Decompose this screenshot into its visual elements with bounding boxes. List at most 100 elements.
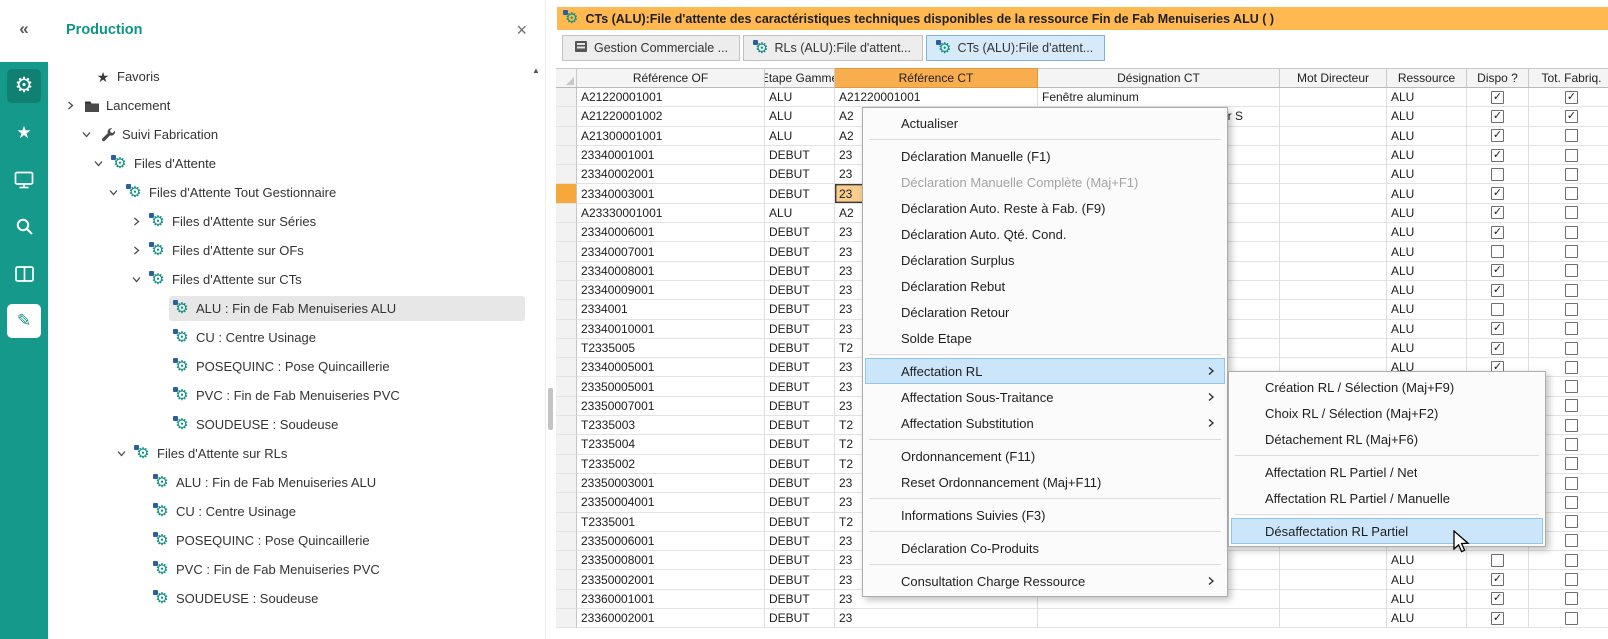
chevron-down-icon[interactable] <box>113 445 130 462</box>
row-selector[interactable] <box>556 416 577 435</box>
scroll-up-icon[interactable]: ▲ <box>532 66 540 75</box>
tree-item[interactable]: ⚙Files d'Attente <box>48 149 529 178</box>
search-icon[interactable] <box>0 203 48 250</box>
checkbox[interactable] <box>1565 187 1578 200</box>
checkbox[interactable]: ✓ <box>1491 226 1504 239</box>
monitor-icon[interactable] <box>0 156 48 203</box>
row-selector[interactable] <box>556 397 577 416</box>
checkbox[interactable]: ✓ <box>1491 264 1504 277</box>
menu-item[interactable]: Actualiser <box>865 110 1225 136</box>
chevron-right-icon[interactable] <box>128 213 145 230</box>
tab-document[interactable]: Gestion Commerciale ... <box>562 35 740 61</box>
menu-item[interactable]: Déclaration Retour <box>865 299 1225 325</box>
tree-item[interactable]: Suivi Fabrication <box>48 120 529 149</box>
column-header[interactable]: Désignation CT <box>1038 68 1280 88</box>
checkbox[interactable] <box>1565 168 1578 181</box>
checkbox[interactable]: ✓ <box>1491 592 1504 605</box>
chevron-down-icon[interactable] <box>105 184 122 201</box>
tree-item[interactable]: ⚙POSEQUINC : Pose Quincaillerie <box>48 352 529 381</box>
menu-item[interactable]: Création RL / Sélection (Maj+F9) <box>1231 374 1543 400</box>
row-selector[interactable] <box>556 146 577 165</box>
checkbox[interactable]: ✓ <box>1491 206 1504 219</box>
row-selector[interactable] <box>556 281 577 300</box>
checkbox[interactable] <box>1565 496 1578 509</box>
row-selector[interactable] <box>556 474 577 493</box>
menu-item[interactable]: Déclaration Auto. Qté. Cond. <box>865 221 1225 247</box>
column-header[interactable]: Référence CT <box>835 68 1038 88</box>
menu-item[interactable]: Affectation RL Partiel / Manuelle <box>1231 485 1543 511</box>
tree-item[interactable]: ⚙POSEQUINC : Pose Quincaillerie <box>48 526 529 555</box>
row-selector[interactable] <box>556 590 577 609</box>
row-selector[interactable] <box>556 127 577 146</box>
table-row[interactable]: A21220001001ALUA21220001001Fenêtre alumi… <box>556 88 1608 107</box>
tree-item[interactable]: ⚙PVC : Fin de Fab Menuiseries PVC <box>48 555 529 584</box>
menu-item[interactable]: Déclaration Auto. Reste à Fab. (F9) <box>865 195 1225 221</box>
row-selector[interactable] <box>556 532 577 551</box>
column-header[interactable]: Mot Directeur <box>1280 68 1387 88</box>
tree-item[interactable]: ⚙PVC : Fin de Fab Menuiseries PVC <box>48 381 529 410</box>
row-selector[interactable] <box>556 165 577 184</box>
chevron-right-icon[interactable] <box>62 97 79 114</box>
chevron-down-icon[interactable] <box>90 155 107 172</box>
menu-item[interactable]: Solde Etape <box>865 325 1225 351</box>
chevron-down-icon[interactable] <box>128 271 145 288</box>
sidebar-scrollbar[interactable]: ▲ <box>530 66 542 75</box>
tree-item[interactable]: Lancement <box>48 91 529 120</box>
chevron-right-icon[interactable] <box>128 242 145 259</box>
row-selector[interactable] <box>556 223 577 242</box>
tree-item[interactable]: ★Favoris <box>48 62 529 91</box>
row-selector[interactable] <box>556 455 577 474</box>
checkbox[interactable] <box>1565 149 1578 162</box>
checkbox[interactable] <box>1565 284 1578 297</box>
column-header[interactable]: Etape Gamme <box>765 68 835 88</box>
checkbox[interactable] <box>1565 515 1578 528</box>
tree-item[interactable]: ⚙Files d'Attente sur RLs <box>48 439 529 468</box>
menu-item[interactable]: Déclaration Surplus <box>865 247 1225 273</box>
menu-item[interactable]: Affectation Sous-Traitance <box>865 384 1225 410</box>
row-selector[interactable] <box>556 242 577 261</box>
checkbox[interactable]: ✓ <box>1491 322 1504 335</box>
checkbox[interactable] <box>1565 477 1578 490</box>
checkbox[interactable]: ✓ <box>1491 91 1504 104</box>
menu-item[interactable]: Désaffectation RL Partiel <box>1231 518 1543 544</box>
favorites-star-icon[interactable]: ★ <box>0 109 48 156</box>
menu-item[interactable]: Déclaration Rebut <box>865 273 1225 299</box>
checkbox[interactable] <box>1565 573 1578 586</box>
row-selector[interactable] <box>556 551 577 570</box>
row-selector[interactable] <box>556 570 577 589</box>
checkbox[interactable]: ✓ <box>1491 149 1504 162</box>
menu-item[interactable]: Ordonnancement (F11) <box>865 443 1225 469</box>
tree-item[interactable]: ⚙Files d'Attente Tout Gestionnaire <box>48 178 529 207</box>
column-header[interactable]: Ressource <box>1387 68 1467 88</box>
signature-pen-icon[interactable]: ✎ <box>0 297 48 344</box>
checkbox[interactable] <box>1565 592 1578 605</box>
column-header[interactable]: Tot. Fabriq. <box>1529 68 1608 88</box>
row-selector[interactable] <box>556 300 577 319</box>
row-selector[interactable] <box>556 609 577 628</box>
checkbox[interactable]: ✓ <box>1491 573 1504 586</box>
checkbox[interactable] <box>1565 129 1578 142</box>
checkbox[interactable]: ✓ <box>1491 612 1504 625</box>
checkbox[interactable] <box>1565 342 1578 355</box>
checkbox[interactable] <box>1565 380 1578 393</box>
menu-item[interactable]: Reset Ordonnancement (Maj+F11) <box>865 469 1225 495</box>
close-icon[interactable]: × <box>514 20 529 41</box>
menu-item[interactable]: Affectation Substitution <box>865 410 1225 436</box>
checkbox[interactable]: ✓ <box>1565 110 1578 123</box>
row-selector[interactable] <box>556 107 577 126</box>
menu-item[interactable]: Affectation RL <box>865 358 1225 384</box>
checkbox[interactable] <box>1565 534 1578 547</box>
menu-item[interactable]: Déclaration Co-Produits <box>865 535 1225 561</box>
checkbox[interactable] <box>1565 245 1578 258</box>
tree-item[interactable]: ⚙ALU : Fin de Fab Menuiseries ALU <box>48 294 529 323</box>
column-header[interactable]: Dispo ? <box>1467 68 1529 88</box>
checkbox[interactable] <box>1565 554 1578 567</box>
checkbox[interactable] <box>1491 303 1504 316</box>
row-selector[interactable] <box>556 204 577 223</box>
menu-item[interactable]: Déclaration Manuelle (F1) <box>865 143 1225 169</box>
scrollbar-thumb[interactable] <box>548 388 553 430</box>
collapse-sidebar-button[interactable]: « <box>0 0 48 58</box>
row-selector[interactable] <box>556 513 577 532</box>
checkbox[interactable]: ✓ <box>1491 342 1504 355</box>
checkbox[interactable] <box>1565 361 1578 374</box>
